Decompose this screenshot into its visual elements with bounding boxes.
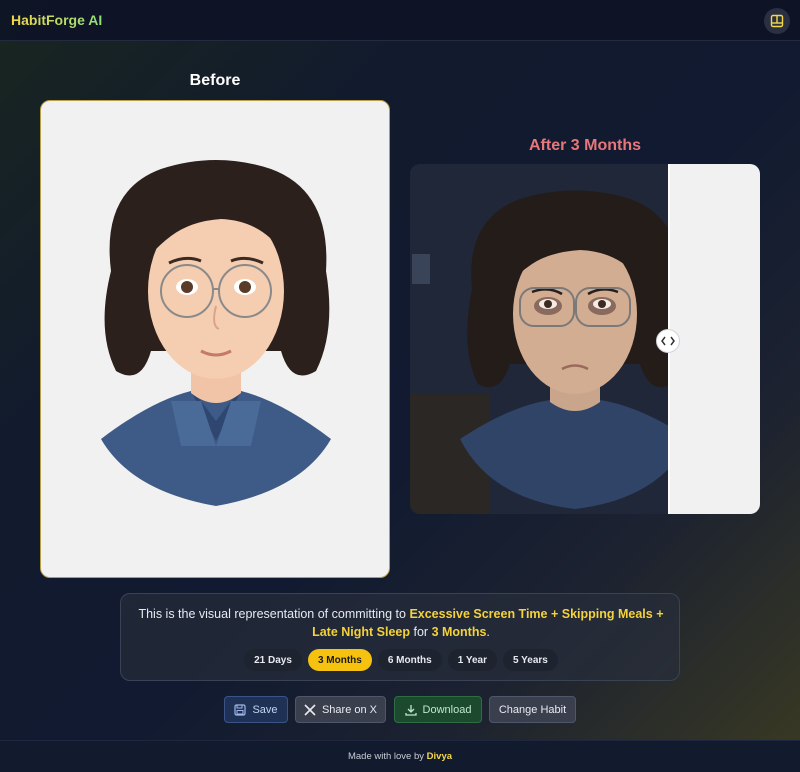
save-label: Save bbox=[252, 703, 278, 716]
action-bar: Save Share on X Download Change Habit bbox=[0, 696, 800, 723]
save-icon bbox=[234, 703, 247, 716]
after-image-compare[interactable] bbox=[410, 164, 760, 514]
habit-summary-text: This is the visual representation of com… bbox=[133, 605, 669, 641]
before-title: Before bbox=[189, 72, 241, 89]
duration-option-6-months[interactable]: 6 Months bbox=[377, 649, 442, 671]
download-icon bbox=[404, 704, 417, 716]
duration-selector: 21 Days 3 Months 6 Months 1 Year 5 Years bbox=[121, 649, 681, 671]
summary-middle: for bbox=[410, 625, 432, 639]
before-portrait-illustration bbox=[101, 160, 331, 506]
footer-author[interactable]: Divya bbox=[427, 751, 452, 762]
compare-arrows-icon bbox=[661, 336, 675, 346]
sidebar-toggle-button[interactable] bbox=[764, 8, 790, 34]
summary-suffix: . bbox=[486, 625, 490, 639]
summary-prefix: This is the visual representation of com… bbox=[138, 607, 410, 621]
duration-option-21-days[interactable]: 21 Days bbox=[244, 649, 302, 671]
compare-slider-handle[interactable] bbox=[656, 329, 680, 353]
save-button[interactable]: Save bbox=[224, 696, 288, 723]
before-image bbox=[40, 100, 390, 578]
download-button[interactable]: Download bbox=[394, 696, 482, 723]
duration-option-5-years[interactable]: 5 Years bbox=[503, 649, 558, 671]
app-header: HabitForge AI bbox=[0, 0, 800, 41]
before-reveal-panel bbox=[668, 164, 760, 514]
after-title: After 3 Months bbox=[529, 137, 641, 154]
duration-option-1-year[interactable]: 1 Year bbox=[447, 649, 498, 671]
panel-icon bbox=[770, 14, 784, 28]
footer-text: Made with love by bbox=[347, 751, 427, 762]
habit-summary-card: This is the visual representation of com… bbox=[120, 593, 680, 681]
footer: Made with love by Divya bbox=[0, 740, 800, 772]
x-logo-icon bbox=[304, 703, 316, 716]
duration-option-3-months[interactable]: 3 Months bbox=[307, 649, 372, 671]
share-on-x-button[interactable]: Share on X bbox=[295, 696, 386, 723]
summary-duration: 3 Months bbox=[431, 625, 487, 639]
download-label: Download bbox=[422, 703, 472, 716]
change-habit-button[interactable]: Change Habit bbox=[489, 696, 576, 723]
share-label: Share on X bbox=[321, 703, 378, 716]
brand-title[interactable]: HabitForge AI bbox=[11, 12, 102, 28]
